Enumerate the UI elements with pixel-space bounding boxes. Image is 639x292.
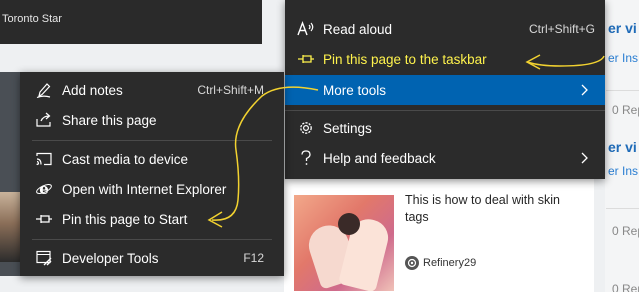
- menu-item-add-notes[interactable]: Add notes Ctrl+Shift+M: [20, 75, 284, 105]
- menu-item-pin-start[interactable]: Pin this page to Start: [20, 204, 284, 234]
- publisher-logo-icon: [405, 256, 419, 270]
- news-subtitle-link[interactable]: er Ins: [608, 51, 638, 65]
- replies-count[interactable]: 0 Repl: [612, 282, 639, 292]
- menu-item-read-aloud[interactable]: Read aloud Ctrl+Shift+G: [285, 14, 605, 44]
- chevron-right-icon: [581, 152, 588, 164]
- keyboard-shortcut: F12: [243, 251, 264, 265]
- gear-icon: [295, 117, 317, 139]
- news-card-left-image[interactable]: [0, 72, 20, 276]
- menu-separator: [285, 110, 605, 111]
- pin-icon: [295, 48, 317, 70]
- divider: [606, 90, 639, 91]
- article-card[interactable]: This is how to deal with skin tags Refin…: [284, 179, 594, 292]
- article-source-label: Refinery29: [423, 257, 477, 269]
- menu-item-share-page[interactable]: Share this page: [20, 105, 284, 135]
- internet-explorer-icon: e: [33, 178, 55, 200]
- replies-count[interactable]: 0 Repl: [612, 103, 639, 117]
- keyboard-shortcut: Ctrl+Shift+G: [528, 22, 595, 36]
- menu-item-label: Settings: [323, 120, 372, 136]
- menu-item-label: Read aloud: [323, 21, 393, 37]
- menu-item-label: Add notes: [62, 82, 123, 98]
- article-title[interactable]: This is how to deal with skin tags: [405, 192, 585, 226]
- menu-item-cast-media[interactable]: Cast media to device: [20, 144, 284, 174]
- article-thumbnail: [294, 195, 394, 291]
- svg-text:e: e: [39, 180, 49, 198]
- menu-item-label: More tools: [323, 82, 387, 98]
- menu-item-open-ie[interactable]: e Open with Internet Explorer: [20, 174, 284, 204]
- menu-item-label: Pin this page to Start: [62, 211, 188, 227]
- divider: [606, 208, 639, 209]
- more-tools-submenu: Add notes Ctrl+Shift+M Share this page C…: [20, 72, 284, 276]
- menu-item-pin-taskbar[interactable]: Pin this page to the taskbar: [285, 44, 605, 74]
- menu-item-developer-tools[interactable]: Developer Tools F12: [20, 243, 284, 273]
- settings-menu: Read aloud Ctrl+Shift+G Pin this page to…: [285, 0, 605, 179]
- menu-item-label: Share this page: [62, 112, 157, 128]
- menu-separator: [32, 239, 272, 240]
- article-source: Refinery29: [405, 255, 476, 271]
- news-headline-link[interactable]: er vi: [608, 139, 637, 155]
- menu-item-label: Developer Tools: [62, 250, 159, 266]
- cast-icon: [33, 148, 55, 170]
- replies-count[interactable]: 0 Repl: [612, 224, 639, 238]
- menu-item-help-feedback[interactable]: Help and feedback: [285, 143, 605, 173]
- keyboard-shortcut: Ctrl+Shift+M: [197, 83, 264, 97]
- menu-item-label: Pin this page to the taskbar: [323, 51, 487, 67]
- menu-item-label: Open with Internet Explorer: [62, 181, 227, 197]
- menu-item-label: Help and feedback: [323, 150, 436, 166]
- share-icon: [33, 109, 55, 131]
- menu-item-label: Cast media to device: [62, 151, 189, 167]
- pin-icon: [33, 208, 55, 230]
- menu-item-settings[interactable]: Settings: [285, 113, 605, 143]
- person-photo: [0, 192, 20, 262]
- question-mark-icon: [295, 147, 317, 169]
- news-headline-link[interactable]: er vi: [608, 20, 637, 36]
- news-subtitle-link[interactable]: er Ins: [608, 164, 638, 178]
- menu-item-more-tools[interactable]: More tools: [285, 75, 605, 105]
- developer-tools-icon: [33, 247, 55, 269]
- news-source-label: Toronto Star: [2, 13, 62, 25]
- pen-icon: [33, 79, 55, 101]
- chevron-right-icon: [581, 84, 588, 96]
- news-card-top[interactable]: Toronto Star: [0, 0, 262, 44]
- menu-separator: [32, 140, 272, 141]
- read-aloud-icon: [295, 18, 317, 40]
